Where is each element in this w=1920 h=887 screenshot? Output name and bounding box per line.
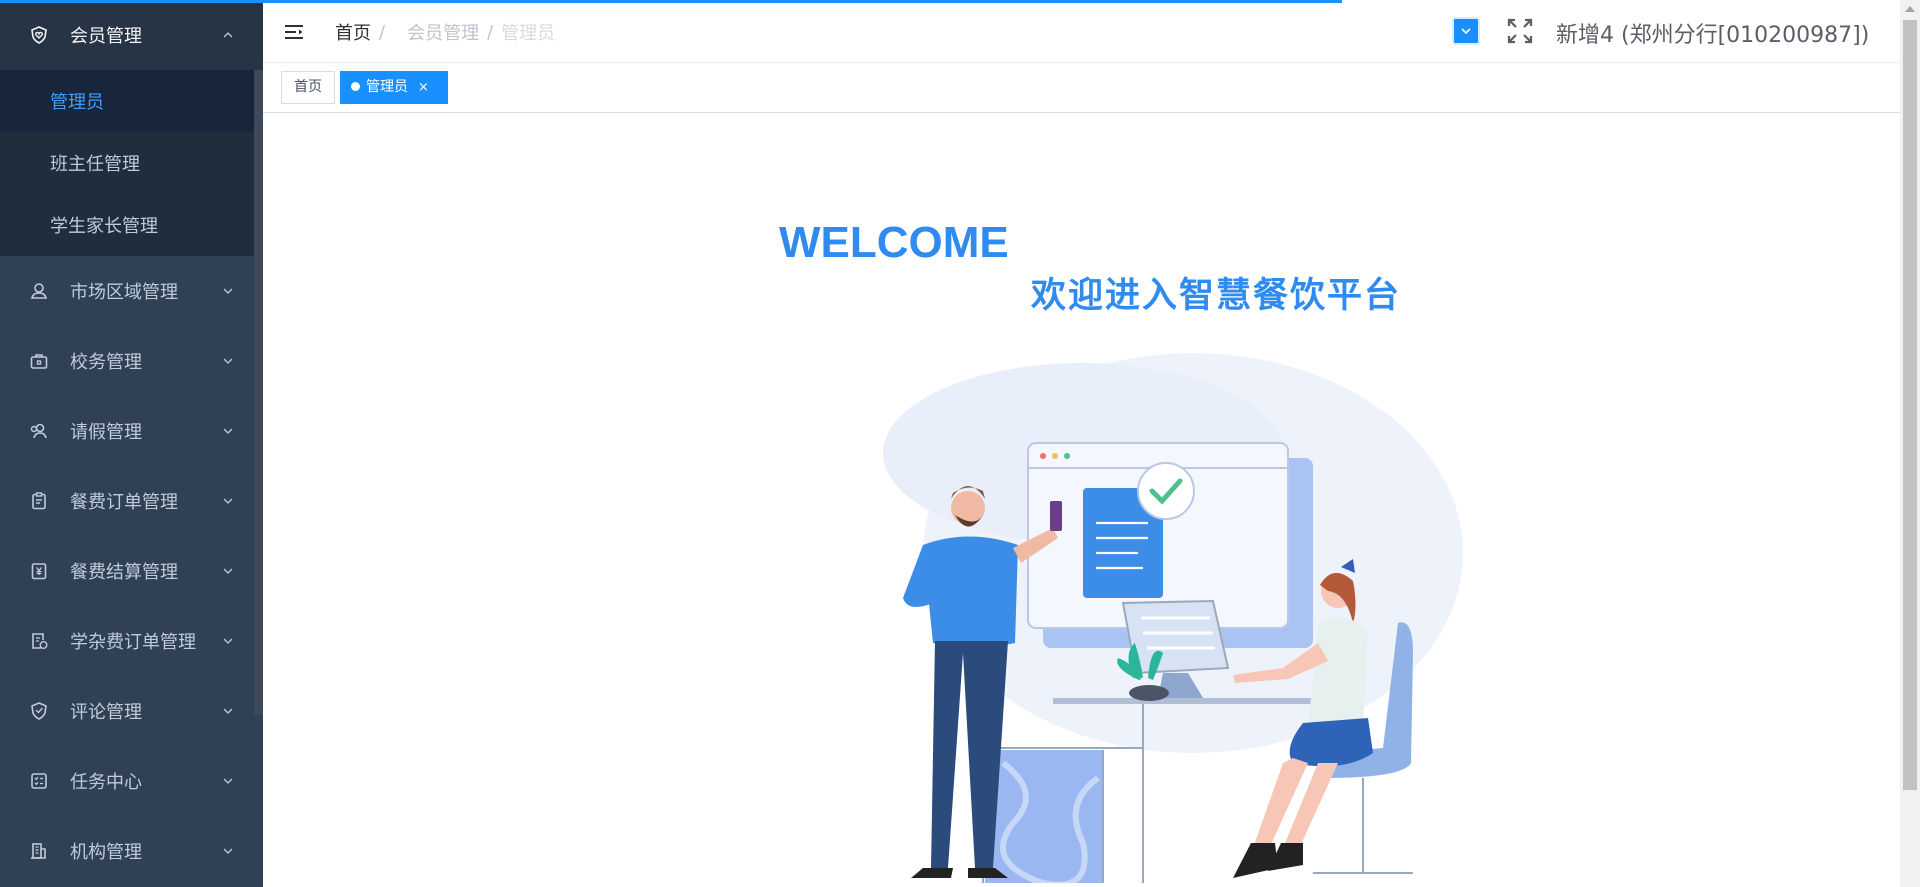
active-dot-icon (351, 81, 360, 91)
close-icon[interactable]: × (418, 80, 429, 95)
building-icon (28, 840, 50, 862)
yen-document-icon (28, 560, 50, 582)
shield-heart-icon (28, 24, 50, 46)
chevron-down-icon (223, 568, 233, 574)
breadcrumb-member-management: 会员管理 (407, 23, 480, 44)
chevron-down-icon (223, 848, 233, 854)
user-account-name[interactable]: 新增4 (郑州分行[010200987]) (1556, 17, 1869, 49)
welcome-title-cn: 欢迎进入智慧餐饮平台 (1031, 276, 1402, 316)
menu-leave[interactable]: 请假管理 (0, 396, 263, 466)
page-scrollbar[interactable] (1900, 0, 1920, 887)
submenu-item-parents[interactable]: 学生家长管理 (0, 194, 263, 256)
menu-label: 餐费订单管理 (70, 492, 178, 513)
chevron-down-icon (1461, 28, 1471, 35)
top-navbar: 首页 / 会员管理 / 管理员 新增4 (郑州分行[010200987]) (263, 0, 1900, 63)
scroll-up-icon[interactable] (1905, 6, 1915, 12)
chevron-down-icon (223, 288, 233, 294)
menu-label: 市场区域管理 (70, 282, 178, 303)
menu-label: 学杂费订单管理 (70, 632, 196, 653)
fullscreen-icon[interactable] (1506, 17, 1534, 45)
chevron-down-icon (223, 428, 233, 434)
menu-label: 任务中心 (70, 772, 142, 793)
chevron-down-icon (223, 638, 233, 644)
submenu-member-management: 管理员 班主任管理 学生家长管理 (0, 70, 263, 256)
chevron-down-icon (223, 358, 233, 364)
menu-school-affairs[interactable]: 校务管理 (0, 326, 263, 396)
menu-label: 校务管理 (70, 352, 142, 373)
welcome-title-en: WELCOME (779, 218, 1009, 267)
tag-admin[interactable]: 管理员 × (340, 71, 448, 104)
menu-task-center[interactable]: 任务中心 (0, 746, 263, 816)
tag-label: 管理员 (366, 79, 408, 95)
chevron-down-icon (223, 498, 233, 504)
submenu-label: 班主任管理 (50, 154, 140, 175)
menu-label: 会员管理 (70, 26, 142, 47)
tags-view: 首页 管理员 × (263, 63, 1900, 113)
chevron-down-icon (223, 708, 233, 714)
document-clock-icon (28, 630, 50, 652)
chevron-up-icon (223, 32, 233, 38)
menu-meal-orders[interactable]: 餐费订单管理 (0, 466, 263, 536)
submenu-label: 管理员 (50, 92, 104, 113)
submenu-item-admin[interactable]: 管理员 (0, 70, 263, 132)
page-loading-bar (0, 0, 1342, 3)
shield-comment-icon (28, 700, 50, 722)
submenu-label: 学生家长管理 (50, 216, 158, 237)
dropdown-toggle-button[interactable] (1452, 17, 1480, 45)
breadcrumb-home[interactable]: 首页 (335, 19, 371, 45)
sidebar: 会员管理 管理员 班主任管理 学生家长管理 市场区域管理 校务管理 请假管理 餐… (0, 0, 263, 887)
chevron-down-icon (223, 778, 233, 784)
menu-label: 机构管理 (70, 842, 142, 863)
hamburger-icon[interactable] (282, 20, 306, 44)
menu-label: 餐费结算管理 (70, 562, 178, 583)
submenu-item-head-teacher[interactable]: 班主任管理 (0, 132, 263, 194)
tag-home[interactable]: 首页 (281, 71, 335, 104)
briefcase-icon (28, 350, 50, 372)
menu-comments[interactable]: 评论管理 (0, 676, 263, 746)
menu-meal-settlement[interactable]: 餐费结算管理 (0, 536, 263, 606)
user-search-icon (28, 420, 50, 442)
clipboard-icon (28, 490, 50, 512)
location-person-icon (28, 280, 50, 302)
checklist-icon (28, 770, 50, 792)
menu-label: 评论管理 (70, 702, 142, 723)
menu-organization[interactable]: 机构管理 (0, 816, 263, 886)
menu-market-area[interactable]: 市场区域管理 (0, 256, 263, 326)
welcome-illustration (883, 353, 1463, 883)
menu-label: 请假管理 (70, 422, 142, 443)
breadcrumb-current: 管理员 (501, 23, 556, 44)
breadcrumb-separator: / (487, 21, 494, 43)
menu-tuition-orders[interactable]: 学杂费订单管理 (0, 606, 263, 676)
main-content: WELCOME 欢迎进入智慧餐饮平台 (263, 113, 1900, 887)
menu-member-management[interactable]: 会员管理 (0, 0, 263, 70)
scrollbar-thumb[interactable] (1903, 20, 1917, 790)
breadcrumb-separator: / (379, 21, 386, 43)
breadcrumb: 首页 / 会员管理 / 管理员 (335, 19, 555, 45)
